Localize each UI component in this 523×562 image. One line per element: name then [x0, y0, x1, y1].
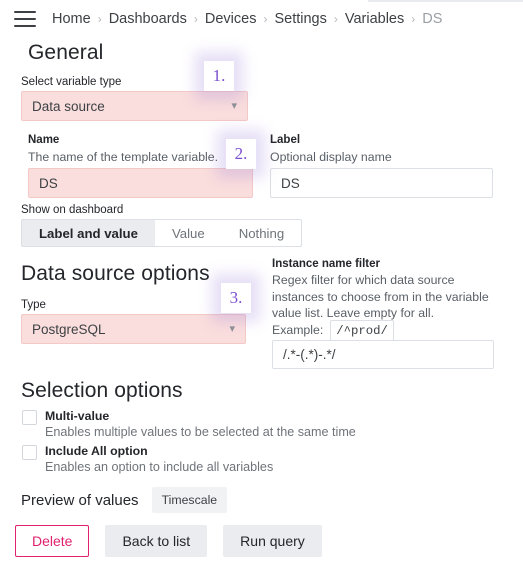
- datasource-type-select-value: PostgreSQL: [32, 321, 106, 337]
- delete-button[interactable]: Delete: [15, 525, 90, 557]
- annotation-badge-1: 1.: [204, 61, 234, 91]
- preview-of-values-label: Preview of values: [21, 491, 139, 509]
- breadcrumb-separator-icon: ›: [97, 12, 102, 26]
- run-query-button[interactable]: Run query: [223, 525, 322, 557]
- datasource-options-heading: Data source options: [21, 262, 210, 285]
- multi-value-checkbox[interactable]: [22, 410, 37, 425]
- example-label: Example:: [272, 323, 324, 338]
- include-all-option-title: Include All option: [45, 444, 148, 458]
- back-to-list-button[interactable]: Back to list: [105, 525, 208, 557]
- name-field-description: The name of the template variable.: [28, 150, 219, 164]
- segment-nothing[interactable]: Nothing: [222, 220, 301, 246]
- label-input-value: DS: [281, 175, 300, 191]
- breadcrumb-separator-icon: ›: [193, 12, 198, 26]
- include-all-option-checkbox[interactable]: [22, 445, 37, 460]
- name-field-label: Name: [28, 134, 60, 146]
- segment-label-and-value[interactable]: Label and value: [22, 220, 155, 246]
- show-on-dashboard-segmented-control: Label and value Value Nothing: [21, 219, 303, 247]
- chevron-down-icon: ▾: [229, 322, 235, 335]
- multi-value-title: Multi-value: [45, 409, 110, 423]
- breadcrumb-item-ds: DS: [422, 11, 443, 27]
- include-all-option-checkbox-box[interactable]: [22, 445, 37, 460]
- variable-type-select-value: Data source: [32, 98, 105, 114]
- datasource-type-select[interactable]: PostgreSQL ▾: [21, 314, 246, 344]
- instance-name-filter-label: Instance name filter: [272, 258, 381, 270]
- segment-value[interactable]: Value: [155, 220, 222, 246]
- label-input[interactable]: DS: [270, 168, 493, 198]
- breadcrumb-item-settings[interactable]: Settings: [274, 11, 326, 27]
- preview-value-chip: Timescale: [151, 487, 228, 513]
- example-regex-chip: /^prod/: [330, 320, 394, 341]
- instance-name-filter-example: Example: /^prod/: [272, 320, 394, 341]
- label-field-description: Optional display name: [270, 150, 392, 164]
- selection-options-heading: Selection options: [21, 379, 183, 402]
- label-field-label: Label: [270, 134, 301, 146]
- top-navigation-bar: Home › Dashboards › Devices › Settings ›…: [0, 0, 523, 38]
- show-on-dashboard-label: Show on dashboard: [21, 204, 124, 216]
- action-buttons-row: Delete Back to list Run query: [15, 525, 322, 557]
- include-all-option-description: Enables an option to include all variabl…: [45, 460, 274, 474]
- breadcrumb-separator-icon: ›: [333, 12, 338, 26]
- annotation-badge-2: 2.: [226, 139, 256, 169]
- breadcrumb: Home › Dashboards › Devices › Settings ›…: [52, 11, 442, 27]
- multi-value-description: Enables multiple values to be selected a…: [45, 425, 356, 439]
- variable-editor-page: Home › Dashboards › Devices › Settings ›…: [0, 0, 523, 562]
- variable-type-select[interactable]: Data source ▾: [21, 91, 248, 121]
- select-variable-type-label: Select variable type: [21, 76, 122, 88]
- annotation-badge-3: 3.: [221, 283, 251, 313]
- breadcrumb-item-dashboards[interactable]: Dashboards: [109, 11, 187, 27]
- name-input-value: DS: [39, 175, 58, 191]
- general-section-heading: General: [28, 41, 104, 64]
- datasource-type-label: Type: [21, 299, 46, 311]
- breadcrumb-item-variables[interactable]: Variables: [345, 11, 404, 27]
- breadcrumb-item-home[interactable]: Home: [52, 11, 91, 27]
- topbar-edge-divider: [368, 0, 523, 2]
- breadcrumb-separator-icon: ›: [411, 12, 416, 26]
- breadcrumb-item-devices[interactable]: Devices: [205, 11, 257, 27]
- name-input[interactable]: DS: [28, 168, 253, 198]
- breadcrumb-separator-icon: ›: [263, 12, 268, 26]
- instance-name-filter-value: /.*-(.*)-.*/: [283, 347, 336, 362]
- instance-name-filter-input[interactable]: /.*-(.*)-.*/: [272, 340, 494, 369]
- instance-name-filter-description: Regex filter for which data source insta…: [272, 273, 489, 321]
- chevron-down-icon: ▾: [231, 99, 237, 112]
- multi-value-checkbox-box[interactable]: [22, 410, 37, 425]
- hamburger-menu-icon[interactable]: [14, 11, 36, 27]
- preview-of-values-row: Preview of values Timescale: [21, 487, 228, 513]
